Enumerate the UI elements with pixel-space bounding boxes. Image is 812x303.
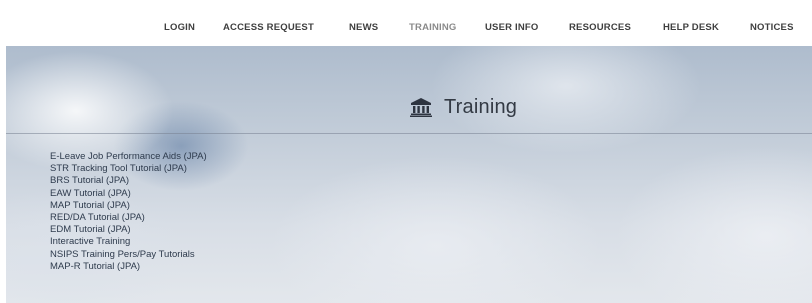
training-link-e-leave-jpa[interactable]: E-Leave Job Performance Aids (JPA) — [50, 151, 207, 163]
nav-news[interactable]: NEWS — [349, 22, 378, 33]
bank-building-icon — [410, 98, 432, 117]
nav-training[interactable]: TRAINING — [409, 22, 457, 33]
training-link-map-tutorial[interactable]: MAP Tutorial (JPA) — [50, 200, 207, 212]
training-link-list: E-Leave Job Performance Aids (JPA) STR T… — [50, 151, 207, 273]
training-link-interactive-training[interactable]: Interactive Training — [50, 236, 207, 248]
training-link-eaw-tutorial[interactable]: EAW Tutorial (JPA) — [50, 188, 207, 200]
training-link-red-da-tutorial[interactable]: RED/DA Tutorial (JPA) — [50, 212, 207, 224]
nav-help-desk[interactable]: HELP DESK — [663, 22, 719, 33]
page-title: Training — [444, 95, 518, 118]
training-link-map-r-tutorial[interactable]: MAP-R Tutorial (JPA) — [50, 261, 207, 273]
page-heading: Training — [410, 94, 517, 120]
nav-resources[interactable]: RESOURCES — [569, 22, 631, 33]
training-link-brs-tutorial[interactable]: BRS Tutorial (JPA) — [50, 175, 207, 187]
nav-user-info[interactable]: USER INFO — [485, 22, 539, 33]
training-link-edm-tutorial[interactable]: EDM Tutorial (JPA) — [50, 224, 207, 236]
training-link-nsips-pers-pay[interactable]: NSIPS Training Pers/Pay Tutorials — [50, 249, 207, 261]
nav-login[interactable]: LOGIN — [164, 22, 195, 33]
top-navigation: LOGIN ACCESS REQUEST NEWS TRAINING USER … — [0, 0, 812, 46]
hero-cloud-background: Training E-Leave Job Performance Aids (J… — [6, 46, 812, 303]
nav-notices[interactable]: NOTICES — [750, 22, 794, 33]
nav-access-request[interactable]: ACCESS REQUEST — [223, 22, 314, 33]
training-link-str-tracking-tool[interactable]: STR Tracking Tool Tutorial (JPA) — [50, 163, 207, 175]
title-divider — [6, 133, 812, 134]
